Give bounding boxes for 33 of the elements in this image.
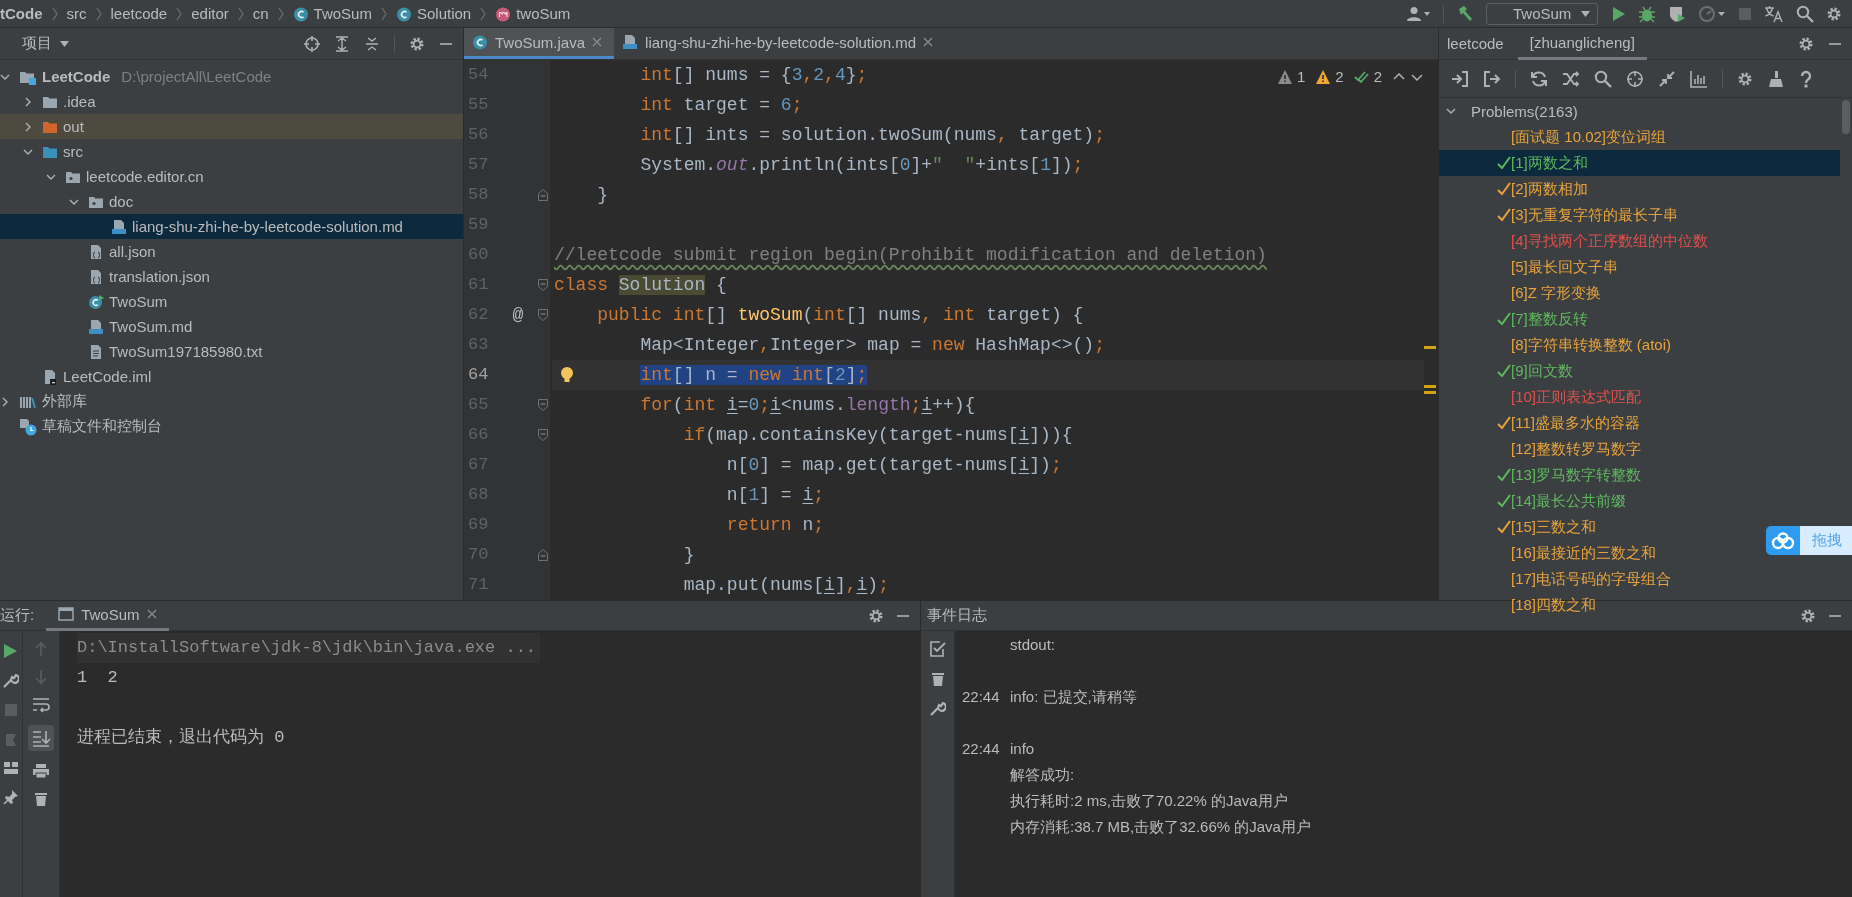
code-line: System.out.println(ints[0]+" "+ints[1]); <box>639 154 1084 177</box>
log-message: stdout: <box>1010 635 1056 655</box>
log-message: info <box>1010 739 1036 759</box>
inspection-count: 1 <box>1296 68 1306 85</box>
code-line: int target = 6; <box>639 94 803 117</box>
tool-window-title: 运行: <box>0 606 35 625</box>
code-line: //leetcode submit region begin(Prohibit modification and deletion) <box>553 244 1267 267</box>
code-line: } <box>682 544 695 567</box>
code-line: int[] nums = {3,2,4}; <box>639 64 868 87</box>
code-line: return n; <box>725 514 825 537</box>
console-line: 1 2 <box>77 667 118 689</box>
log-message: 解答成功: <box>1010 765 1076 785</box>
log-message: 执行耗时:2 ms,击败了70.22% 的Java用户 <box>1010 791 1289 811</box>
log-message: 内存消耗:38.7 MB,击败了32.66% 的Java用户 <box>1010 817 1311 837</box>
code-line: } <box>596 184 609 207</box>
code-line: if(map.containsKey(target-nums[i])){ <box>682 424 1073 447</box>
code-line: class Solution { <box>553 274 727 297</box>
code-line: n[1] = i; <box>725 484 825 507</box>
log-message: info: 已提交,请稍等 <box>1010 687 1137 707</box>
tool-window-title: 事件日志 <box>927 606 987 625</box>
code-line: int[] ints = solution.twoSum(nums, target); <box>639 124 1105 147</box>
inspection-count: 2 <box>1373 68 1382 85</box>
line-number: 64 <box>467 364 490 386</box>
code-line: for(int i=0;i<nums.length;i++){ <box>639 394 976 417</box>
code-line: n[0] = map.get(target-nums[i]); <box>725 454 1062 477</box>
log-time: 22:44 <box>962 739 1001 759</box>
log-time: 22:44 <box>962 687 1001 707</box>
code-line: map.put(nums[i],i); <box>682 574 889 597</box>
tool-window-title: leetcode <box>1447 35 1504 52</box>
code-line: public int[] twoSum(int[] nums, int target) { <box>596 304 1084 327</box>
code-line: Map<Integer,Integer> map = new HashMap<>(); <box>639 334 1105 357</box>
console-line: 进程已结束，退出代码为 0 <box>77 727 285 749</box>
inspection-count: 2 <box>1335 68 1344 85</box>
